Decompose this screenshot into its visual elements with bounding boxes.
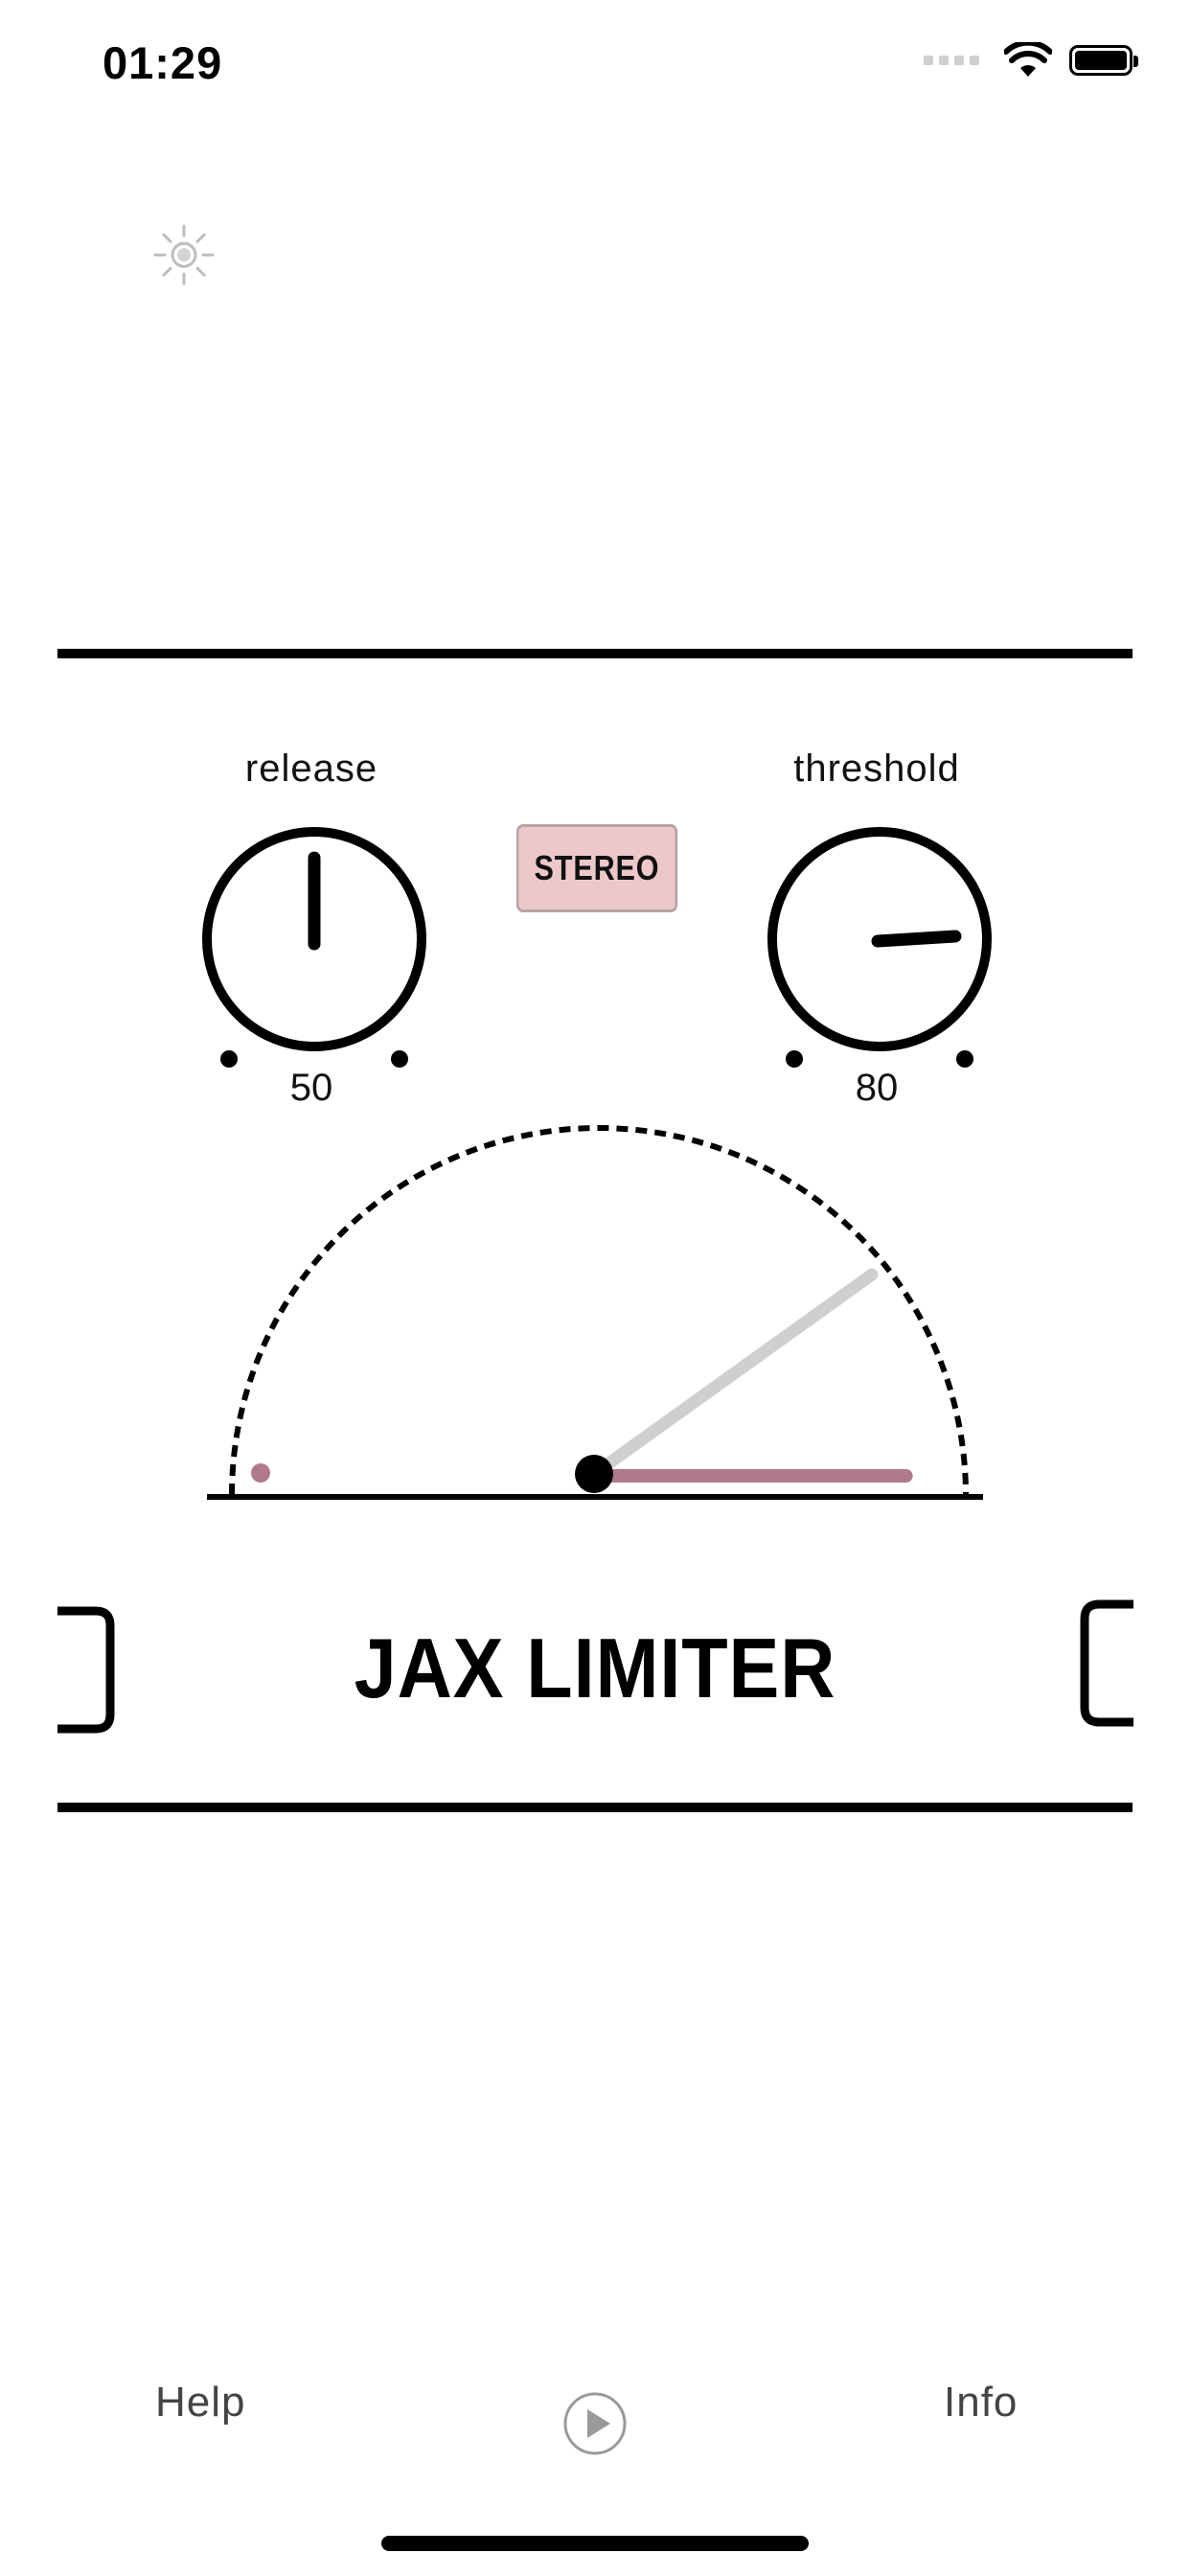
wifi-icon [1004,42,1052,77]
panel-bottom-rule [57,1803,1133,1812]
status-icons [924,42,1138,79]
panel-top-rule [57,649,1133,658]
cellular-signal-icon [924,56,979,65]
play-icon[interactable] [561,2390,629,2457]
status-time: 01:29 [103,37,223,88]
gain-meter [207,1125,983,1500]
meter-needle [587,1268,879,1481]
help-link[interactable]: Help [155,2379,246,2426]
meter-level-start-dot [251,1463,270,1483]
threshold-label: threshold [793,748,960,790]
release-label: release [244,748,378,790]
threshold-knob[interactable] [762,819,1001,1078]
battery-icon [1069,45,1138,76]
meter-dial-arc [229,1125,969,1496]
stereo-button[interactable]: STEREO [515,824,678,912]
home-indicator[interactable] [381,2536,809,2551]
sun-icon[interactable] [151,222,217,288]
meter-pivot [575,1455,613,1493]
release-knob[interactable] [196,819,436,1078]
plugin-title: JAX LIMITER [354,1621,836,1715]
info-link[interactable]: Info [944,2379,1018,2426]
